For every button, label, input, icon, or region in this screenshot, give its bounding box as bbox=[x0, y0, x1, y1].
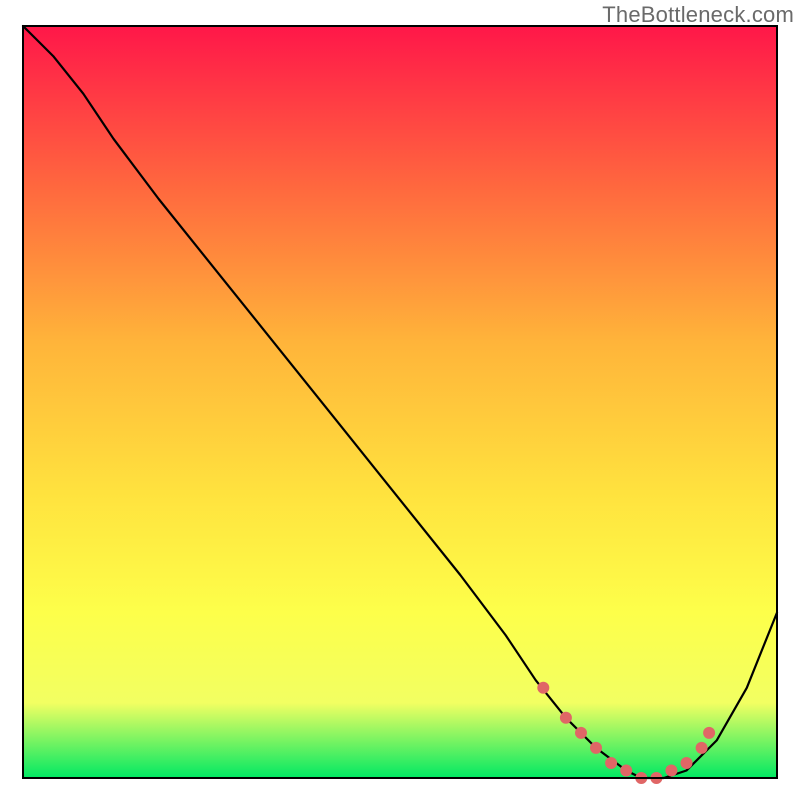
chart-container: TheBottleneck.com bbox=[0, 0, 800, 800]
optimum-dot bbox=[605, 757, 617, 769]
optimum-dot bbox=[590, 742, 602, 754]
optimum-dot bbox=[665, 765, 677, 777]
bottleneck-chart bbox=[0, 0, 800, 800]
optimum-dot bbox=[681, 757, 693, 769]
optimum-dot bbox=[696, 742, 708, 754]
optimum-dot bbox=[537, 682, 549, 694]
optimum-dot bbox=[620, 765, 632, 777]
optimum-dot bbox=[560, 712, 572, 724]
optimum-dot bbox=[575, 727, 587, 739]
optimum-dot bbox=[703, 727, 715, 739]
gradient-background bbox=[23, 26, 777, 778]
watermark-text: TheBottleneck.com bbox=[602, 2, 794, 28]
